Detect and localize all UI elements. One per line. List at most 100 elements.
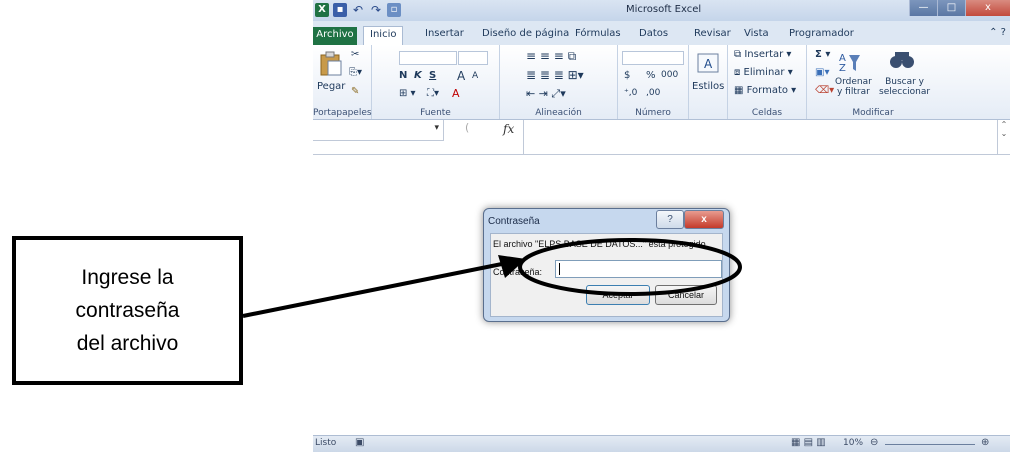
- modificar-label: Modificar: [852, 108, 894, 118]
- dialog-message: El archivo "ELPS BASE DE DATOS..." está …: [493, 239, 709, 249]
- zoom-in-icon[interactable]: ⊕: [981, 437, 989, 448]
- fill-color-icon[interactable]: ⛶▾: [427, 88, 439, 99]
- clear-icon[interactable]: ⌫▾: [815, 85, 834, 96]
- tab-datos[interactable]: Datos: [639, 26, 668, 42]
- quick-access-toolbar: X ▪ ↶ ↷ ▫: [315, 3, 401, 17]
- tab-inicio[interactable]: Inicio: [363, 26, 404, 46]
- insert-cells-button[interactable]: ⧉ Insertar ▾: [734, 49, 791, 60]
- paste-label[interactable]: Pegar: [317, 81, 345, 92]
- tab-archivo[interactable]: Archivo: [313, 27, 357, 45]
- shrink-font-button[interactable]: A: [472, 71, 478, 81]
- save-icon[interactable]: ▪: [333, 3, 347, 17]
- tab-programador[interactable]: Programador: [789, 26, 854, 42]
- password-input[interactable]: [555, 260, 722, 278]
- print-preview-icon[interactable]: ▫: [387, 3, 401, 17]
- group-numero: $ % 000 ⁺,0 ,00 Número: [618, 45, 689, 119]
- tab-diseno-pagina[interactable]: Diseño de página: [482, 26, 569, 42]
- group-modificar: Σ ▾ ▣▾ ⌫▾ A Z Ordenar y filtrar Buscar ys…: [807, 45, 939, 119]
- dialog-close-button[interactable]: x: [684, 210, 724, 229]
- cut-icon[interactable]: ✂: [351, 49, 359, 60]
- undo-icon[interactable]: ↶: [351, 3, 365, 17]
- align-left-icon[interactable]: ≣ ≣ ≣ ⊞▾: [526, 68, 584, 82]
- indent-icon[interactable]: ⇤ ⇥ ⤢▾: [526, 87, 566, 101]
- password-label: Contraseña:: [493, 267, 543, 277]
- fill-icon[interactable]: ▣▾: [815, 67, 829, 78]
- align-top-icon[interactable]: ≡ ≡ ≡ ⧉: [526, 49, 576, 64]
- alineacion-label: Alineación: [535, 108, 582, 118]
- increase-decimal-button[interactable]: ⁺,0: [624, 88, 637, 98]
- font-size-select[interactable]: [458, 51, 488, 65]
- bold-button[interactable]: N: [399, 70, 407, 81]
- view-buttons[interactable]: ▦ ▤ ▥: [791, 437, 826, 448]
- underline-button[interactable]: S: [429, 70, 436, 81]
- copy-icon[interactable]: ⎘▾: [349, 67, 362, 78]
- redo-icon[interactable]: ↷: [369, 3, 383, 17]
- find-select-icon[interactable]: [889, 49, 915, 71]
- format-painter-icon[interactable]: ✎: [351, 86, 359, 97]
- autosum-button[interactable]: Σ ▾: [815, 49, 830, 60]
- group-portapapeles: Pegar ✂ ⎘▾ ✎ Portapapeles: [313, 45, 372, 119]
- status-text: Listo: [315, 438, 337, 448]
- window-controls: — □ x: [909, 0, 1010, 16]
- cancel-button[interactable]: Cancelar: [655, 285, 717, 305]
- currency-button[interactable]: $: [624, 70, 630, 81]
- ribbon-tabs: Archivo Inicio Insertar Diseño de página…: [313, 21, 1010, 46]
- text-caret: [559, 263, 560, 275]
- close-button[interactable]: x: [965, 0, 1010, 16]
- cancel-formula-icon[interactable]: (: [465, 121, 469, 134]
- tab-insertar[interactable]: Insertar: [425, 26, 464, 42]
- sort-filter-button[interactable]: Ordenar y filtrar: [835, 77, 872, 97]
- ok-button[interactable]: Aceptar: [586, 285, 650, 305]
- instruction-callout: Ingrese la contraseña del archivo: [12, 236, 243, 385]
- dialog-help-button[interactable]: ?: [656, 210, 684, 229]
- group-fuente: N K S A A ⊞ ▾ ⛶▾ A Fuente: [372, 45, 500, 119]
- chevron-down-icon[interactable]: ▾: [434, 123, 439, 133]
- sort-filter-icon[interactable]: A Z: [837, 49, 861, 73]
- name-box[interactable]: ▾: [313, 120, 444, 141]
- paste-icon[interactable]: [319, 51, 343, 77]
- excel-logo-icon[interactable]: X: [315, 3, 329, 17]
- group-alineacion: ≡ ≡ ≡ ⧉ ≣ ≣ ≣ ⊞▾ ⇤ ⇥ ⤢▾ Alineación: [500, 45, 618, 119]
- password-dialog: Contraseña ? x El archivo "ELPS BASE DE …: [483, 208, 730, 322]
- svg-text:Z: Z: [839, 63, 846, 73]
- group-estilos: A Estilos: [689, 45, 728, 119]
- dialog-title: Contraseña: [488, 216, 540, 227]
- maximize-button[interactable]: □: [937, 0, 965, 16]
- dialog-body: El archivo "ELPS BASE DE DATOS..." está …: [490, 233, 723, 317]
- tab-revisar[interactable]: Revisar: [694, 26, 731, 42]
- svg-text:A: A: [704, 57, 713, 71]
- expand-formula-icon[interactable]: ⌃ ⌄: [997, 120, 1010, 154]
- macro-record-icon[interactable]: ▣: [355, 437, 364, 448]
- fuente-label: Fuente: [420, 108, 451, 118]
- tab-formulas[interactable]: Fórmulas: [575, 26, 621, 42]
- insert-function-button[interactable]: fx: [503, 122, 514, 136]
- percent-button[interactable]: %: [646, 70, 656, 81]
- italic-button[interactable]: K: [414, 70, 422, 81]
- font-color-button[interactable]: A: [452, 87, 460, 100]
- styles-label[interactable]: Estilos: [692, 81, 724, 92]
- decrease-decimal-button[interactable]: ,00: [646, 88, 660, 98]
- styles-icon[interactable]: A: [697, 53, 719, 73]
- format-cells-button[interactable]: ▦ Formato ▾: [734, 85, 796, 96]
- font-name-select[interactable]: [399, 51, 457, 65]
- tab-vista[interactable]: Vista: [744, 26, 769, 42]
- title-bar: X ▪ ↶ ↷ ▫ Microsoft Excel — □ x: [313, 0, 1010, 21]
- delete-cells-button[interactable]: ⧈ Eliminar ▾: [734, 67, 793, 78]
- help-icon[interactable]: ⌃ ?: [989, 27, 1006, 38]
- group-celdas: ⧉ Insertar ▾ ⧈ Eliminar ▾ ▦ Formato ▾ Ce…: [728, 45, 807, 119]
- find-select-button[interactable]: Buscar y seleccionar: [879, 77, 930, 97]
- celdas-label: Celdas: [751, 108, 783, 118]
- status-bar: Listo ▣ ▦ ▤ ▥ 10% ⊖ ⊕: [313, 435, 1010, 452]
- formula-divider: [523, 120, 524, 154]
- formula-bar: ▾ ( fx ⌃ ⌄: [313, 120, 1010, 155]
- zoom-level[interactable]: 10%: [843, 438, 863, 448]
- ribbon: Pegar ✂ ⎘▾ ✎ Portapapeles N K S A A ⊞ ▾ …: [313, 45, 1010, 120]
- number-format-select[interactable]: [622, 51, 684, 65]
- borders-icon[interactable]: ⊞ ▾: [399, 88, 416, 99]
- zoom-slider[interactable]: [885, 444, 975, 445]
- zoom-out-icon[interactable]: ⊖: [870, 437, 878, 448]
- thousands-button[interactable]: 000: [661, 70, 678, 80]
- window-title: Microsoft Excel: [626, 4, 702, 15]
- minimize-button[interactable]: —: [909, 0, 937, 16]
- grow-font-button[interactable]: A: [457, 69, 465, 83]
